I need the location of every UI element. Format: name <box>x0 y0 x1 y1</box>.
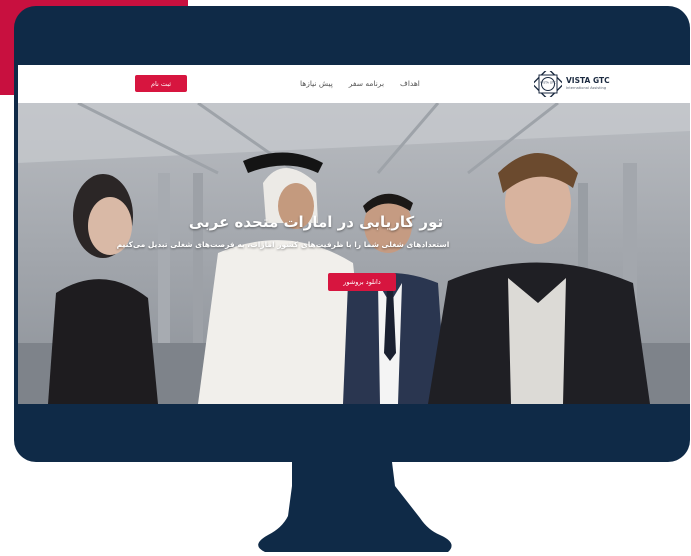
hero-title: تور کاریابی در امارات متحده عربی <box>188 213 444 231</box>
nav-link-goals[interactable]: اهداف <box>400 79 420 88</box>
logo-name: VISTA GTC <box>566 76 610 86</box>
site-logo[interactable]: VISTA GTC VISTA GTC International Assist… <box>534 70 624 98</box>
logo-subtitle: International Assisting <box>566 85 607 90</box>
logo-emblem-text: VISTA GTC <box>540 81 555 85</box>
monitor-screen: VISTA GTC VISTA GTC International Assist… <box>18 65 690 404</box>
hero-section: تور کاریابی در امارات متحده عربی استعداد… <box>18 103 690 404</box>
download-brochure-button[interactable]: دانلود بروشور <box>328 273 396 291</box>
nav-link-itinerary[interactable]: برنامه سفر <box>349 79 384 88</box>
hero-background-photo <box>18 103 690 404</box>
hero-subtitle: استعدادهای شغلی شما را با ظرفیت‌های کشور… <box>116 240 450 249</box>
register-button[interactable]: ثبت نام <box>135 75 187 92</box>
logo-emblem-icon: VISTA GTC <box>534 71 562 97</box>
main-nav: اهداف برنامه سفر پیش نیازها <box>300 79 420 88</box>
site-header: VISTA GTC VISTA GTC International Assist… <box>18 65 690 103</box>
nav-link-prerequisites[interactable]: پیش نیازها <box>300 79 333 88</box>
